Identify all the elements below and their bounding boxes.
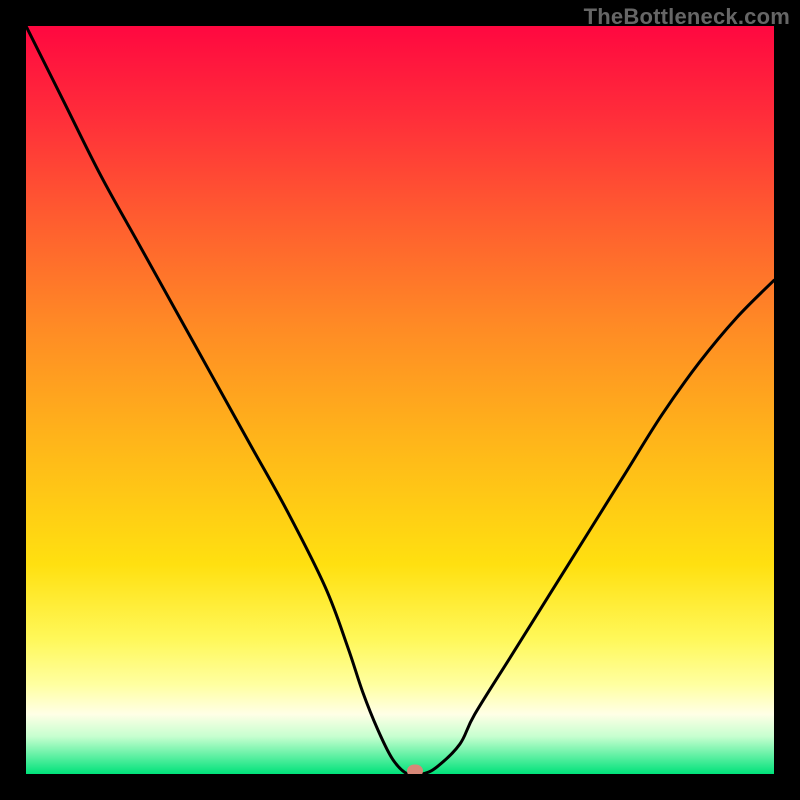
chart-frame: TheBottleneck.com: [0, 0, 800, 800]
curve-svg: [26, 26, 774, 774]
watermark-text: TheBottleneck.com: [584, 4, 790, 30]
optimum-marker: [407, 765, 423, 775]
plot-area: [26, 26, 774, 774]
bottleneck-curve: [26, 26, 774, 774]
